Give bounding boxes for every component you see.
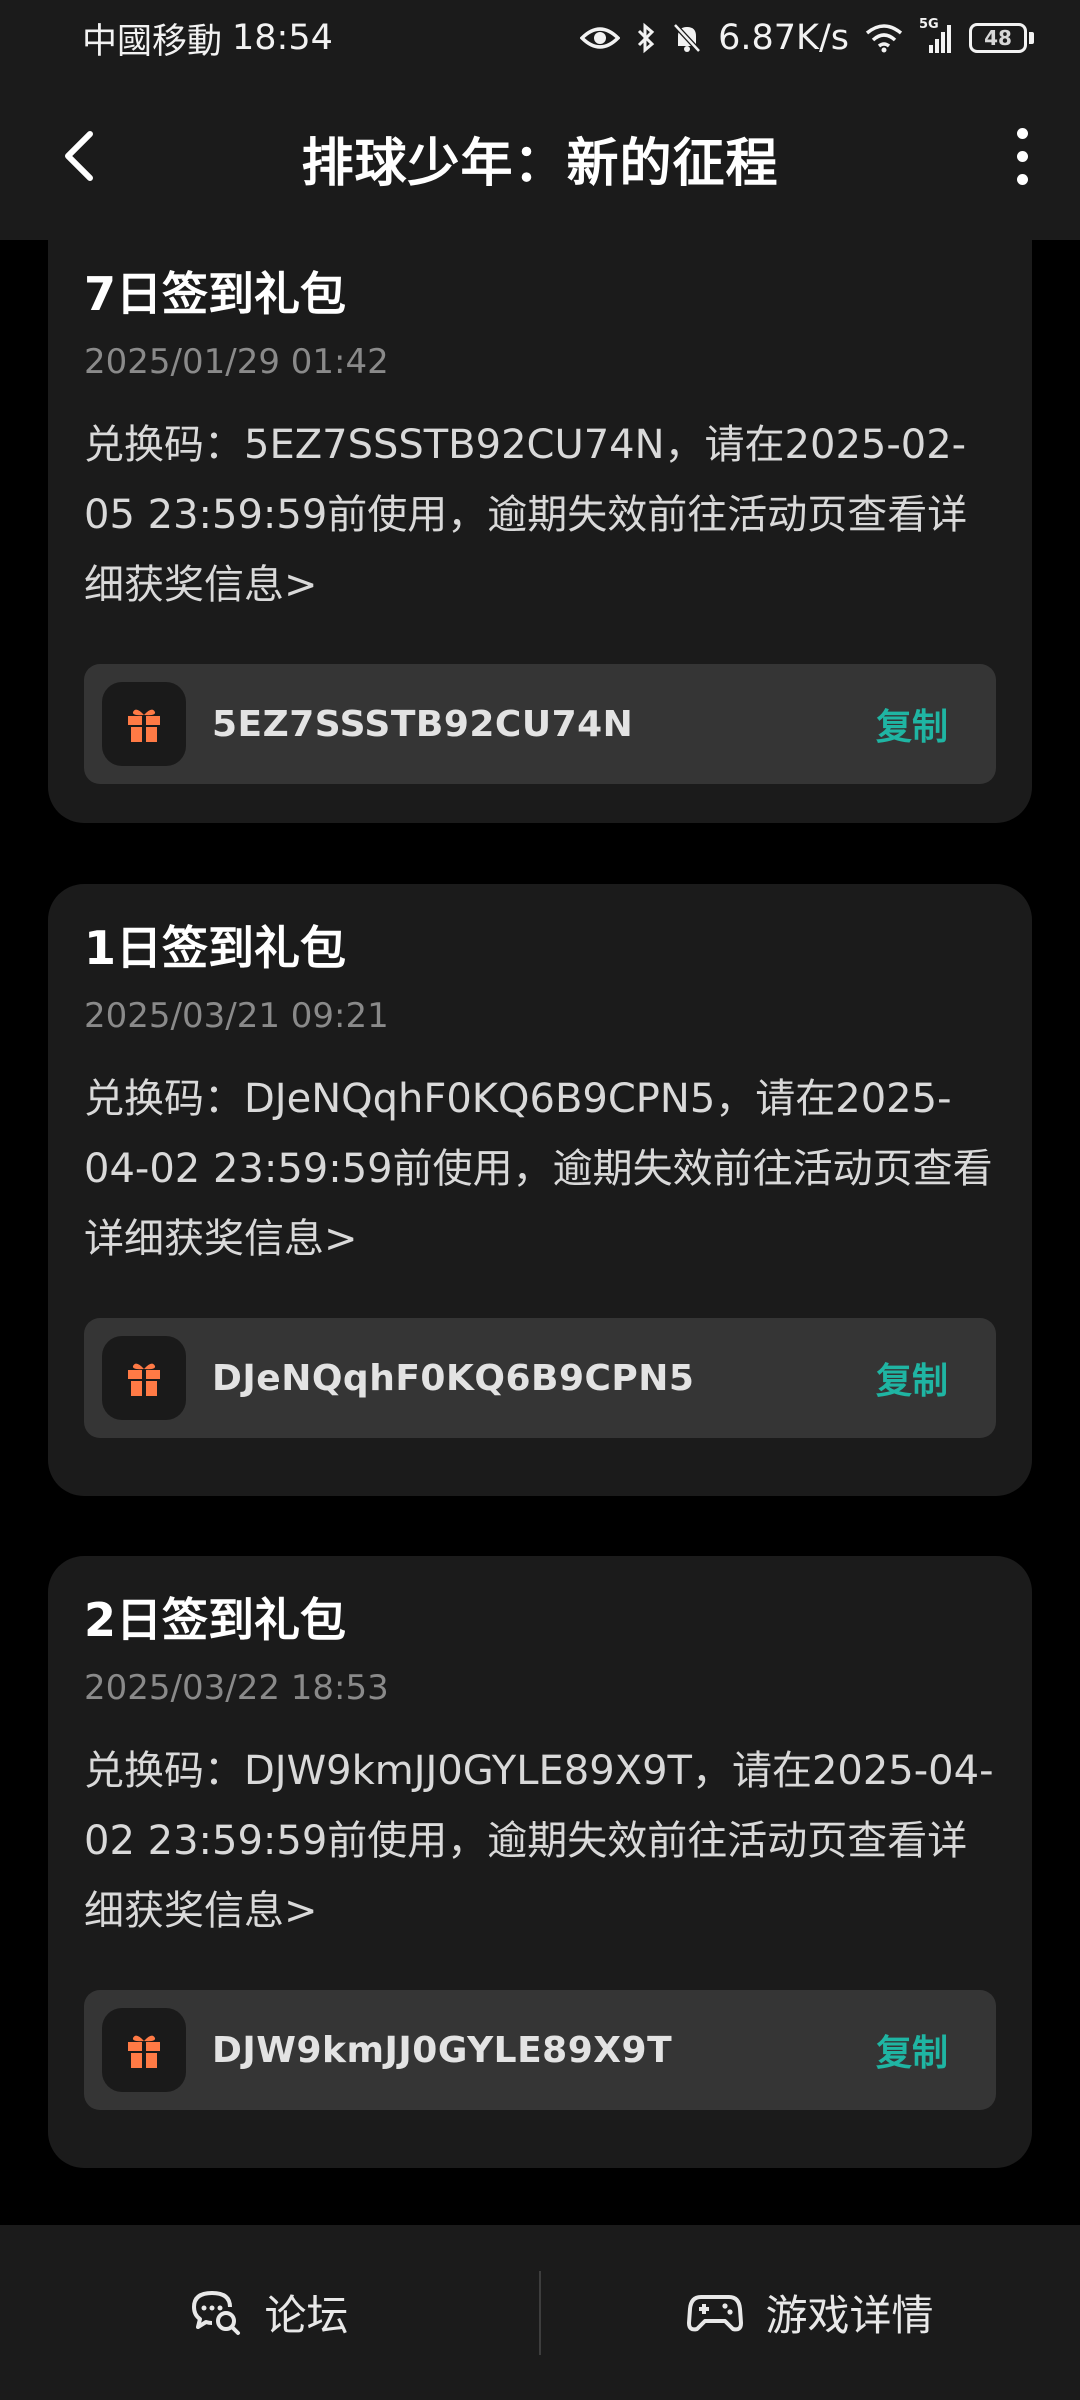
gift-title: 7日签到礼包 [84,267,347,321]
gift-description-link[interactable]: 兑换码：5EZ7SSSTB92CU74N，请在2025-02-05 23:59:… [84,410,996,620]
gift-card: 1日签到礼包 2025/03/21 09:21 兑换码：DJeNQqhF0KQ6… [48,884,1032,1496]
app-bar: 排球少年：新的征程 [0,76,1080,240]
carrier-name: 中國移動 [82,21,223,62]
battery-tip [1029,32,1034,44]
back-arrow-icon [65,131,93,181]
forum-button[interactable]: 论坛 [0,2225,539,2400]
gift-code: DJW9kmJJ0GYLE89X9T [212,2029,673,2071]
gift-title: 2日签到礼包 [84,1593,347,1647]
gift-description-link[interactable]: 兑换码：DJW9kmJJ0GYLE89X9T，请在2025-04-02 23:5… [84,1736,996,1946]
status-right: 6.87K/s 5G 48 [580,17,1034,58]
mute-bell-icon [672,22,702,54]
gift-date: 2025/03/21 09:21 [84,996,389,1036]
gift-card: 7日签到礼包 2025/01/29 01:42 兑换码：5EZ7SSSTB92C… [48,240,1032,823]
net-speed: 6.87K/s [718,18,849,58]
bluetooth-icon [636,22,656,54]
game-detail-label: 游戏详情 [765,2291,934,2340]
gift-description-link[interactable]: 兑换码：DJeNQqhF0KQ6B9CPN5，请在2025-04-02 23:5… [84,1064,996,1274]
bottom-bar: 论坛 游戏详情 [0,2225,1080,2400]
gift-code-row: DJeNQqhF0KQ6B9CPN5 复制 [84,1318,996,1438]
copy-button[interactable]: 复制 [876,2024,948,2076]
gamepad-icon [687,2294,744,2331]
battery-icon: 48 [969,23,1027,53]
eye-icon [580,24,621,52]
screen: 中國移動 18:54 6.87K/s 5G 48 排球少年：新的征程 7日签到礼… [0,0,1080,2400]
game-detail-button[interactable]: 游戏详情 [541,2225,1080,2400]
clock: 18:54 [232,18,333,58]
battery-level: 48 [984,26,1012,50]
gift-code-row: DJW9kmJJ0GYLE89X9T 复制 [84,1990,996,2110]
status-bar: 中國移動 18:54 6.87K/s 5G 48 [0,0,1080,76]
gift-code: DJeNQqhF0KQ6B9CPN5 [212,1357,695,1399]
gift-icon [102,1336,186,1420]
gift-date: 2025/01/29 01:42 [84,342,389,382]
copy-button[interactable]: 复制 [876,1352,948,1404]
gift-card: 2日签到礼包 2025/03/22 18:53 兑换码：DJW9kmJJ0GYL… [48,1556,1032,2168]
network-type: 5G [919,17,939,32]
gift-icon [102,682,186,766]
wifi-icon [865,23,903,53]
gift-code-row: 5EZ7SSSTB92CU74N 复制 [84,664,996,784]
gift-icon [102,2008,186,2092]
forum-label: 论坛 [264,2291,349,2340]
copy-button[interactable]: 复制 [876,698,948,750]
gift-code: 5EZ7SSSTB92CU74N [212,703,634,745]
more-vertical-icon[interactable] [992,126,1052,186]
gift-date: 2025/03/22 18:53 [84,1668,389,1708]
page-title: 排球少年：新的征程 [301,133,779,194]
signal-icon: 5G [919,17,953,53]
gift-title: 1日签到礼包 [84,921,347,975]
gift-list[interactable]: 7日签到礼包 2025/01/29 01:42 兑换码：5EZ7SSSTB92C… [0,240,1080,2225]
status-left: 中國移動 18:54 [82,13,333,64]
forum-chat-icon [192,2290,241,2335]
back-button[interactable] [50,126,110,186]
